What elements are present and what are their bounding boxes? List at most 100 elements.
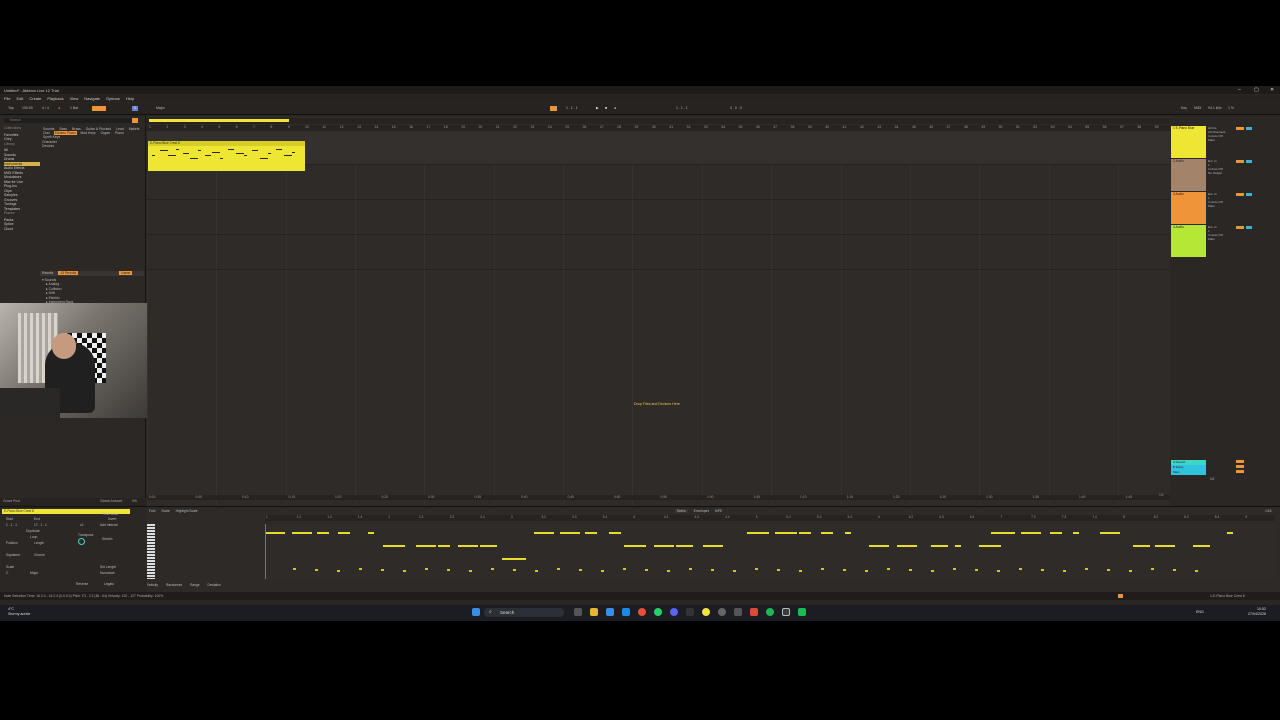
tag-chip[interactable]: Organ <box>100 131 111 135</box>
start-field[interactable]: 1 . 1 . 1 <box>6 523 17 527</box>
midi-note[interactable] <box>1100 532 1120 535</box>
menu-edit[interactable]: Edit <box>16 96 23 101</box>
devices-filter[interactable]: Devices <box>42 144 142 148</box>
midi-note[interactable] <box>560 532 580 535</box>
midi-note[interactable] <box>1193 545 1210 548</box>
time-ruler[interactable]: 0:00 0:05 0:10 0:15 0:20 0:25 0:30 0:35 0:40 0:45… <box>147 493 1170 500</box>
tag-chip[interactable]: Mod Keys <box>80 131 97 135</box>
record-icon[interactable]: ● <box>614 106 616 111</box>
tempo-field[interactable]: 100.00 <box>22 106 33 111</box>
file-explorer-icon[interactable] <box>590 608 598 616</box>
fit-scale-button[interactable]: Fit to Scale <box>102 512 119 516</box>
short-note[interactable] <box>623 568 626 570</box>
follow-button[interactable] <box>92 106 106 111</box>
midi-note[interactable] <box>624 545 646 548</box>
short-note[interactable] <box>887 568 890 570</box>
midi-note[interactable] <box>991 532 1015 535</box>
settings-icon[interactable] <box>718 608 726 616</box>
short-note[interactable] <box>733 570 736 572</box>
clip-view-toggle-icon[interactable] <box>1118 594 1123 598</box>
return-send-button[interactable] <box>1236 470 1244 473</box>
midi-note[interactable] <box>1227 532 1233 535</box>
midi-note[interactable] <box>1155 545 1175 548</box>
menu-playback[interactable]: Playback <box>47 96 63 101</box>
track-arm-button[interactable] <box>1236 193 1244 196</box>
arrangement-record-icon[interactable] <box>550 106 557 111</box>
humanize-button[interactable]: Humanize <box>100 571 115 575</box>
minimize-button[interactable]: – <box>1238 87 1241 93</box>
app-icon-1[interactable] <box>686 608 694 616</box>
return-track-header[interactable]: B Delay <box>1171 465 1206 470</box>
menu-navigate[interactable]: Navigate <box>84 96 100 101</box>
midi-note[interactable] <box>383 545 405 548</box>
track-name[interactable]: 1 E-Piano Blue <box>1171 126 1194 130</box>
menu-help[interactable]: Help <box>126 96 134 101</box>
system-tray[interactable]: 10:52 27/04/2026 <box>1248 607 1266 617</box>
short-note[interactable] <box>1041 569 1044 571</box>
short-note[interactable] <box>689 568 692 570</box>
track-lane-3[interactable] <box>147 201 1170 235</box>
return-track-header[interactable]: A Reverb <box>1171 460 1206 465</box>
track-lane-4[interactable] <box>147 236 1170 270</box>
short-note[interactable] <box>1173 569 1176 571</box>
return-name[interactable]: Main <box>1171 470 1180 474</box>
short-note[interactable] <box>579 569 582 571</box>
short-note[interactable] <box>667 570 670 572</box>
track-name[interactable]: 3 Audio <box>1171 192 1184 196</box>
store-icon[interactable] <box>622 608 630 616</box>
midi-note[interactable] <box>1073 532 1079 535</box>
time-signature[interactable]: 4 / 4 <box>42 106 49 111</box>
edge-icon[interactable] <box>606 608 614 616</box>
midi-note[interactable] <box>821 532 833 535</box>
track-arm-button[interactable] <box>1236 127 1244 130</box>
midi-note[interactable] <box>747 532 769 535</box>
short-note[interactable] <box>711 569 714 571</box>
midi-note[interactable] <box>502 558 526 561</box>
chrome-icon[interactable] <box>638 608 646 616</box>
midi-note[interactable] <box>845 532 851 535</box>
track-header[interactable]: 2 Audio <box>1171 159 1206 191</box>
midi-note[interactable] <box>292 532 312 535</box>
menu-view[interactable]: View <box>70 96 79 101</box>
midi-note[interactable] <box>799 532 811 535</box>
midi-note[interactable] <box>438 545 450 548</box>
short-note[interactable] <box>799 570 802 572</box>
set-length-button[interactable]: Set Length <box>100 565 116 569</box>
track-solo-button[interactable] <box>1246 127 1252 130</box>
add-interval-button[interactable]: Add Interval <box>100 523 118 527</box>
midi-note[interactable] <box>265 532 285 535</box>
midi-note[interactable] <box>654 545 674 548</box>
global-amount-value[interactable]: 0% <box>132 499 137 503</box>
short-note[interactable] <box>953 568 956 570</box>
short-note[interactable] <box>931 570 934 572</box>
short-note[interactable] <box>513 569 516 571</box>
ableton-icon[interactable] <box>782 608 790 616</box>
metronome-icon[interactable]: ● <box>58 106 60 111</box>
loop-start[interactable]: 1 . 1 . 1 <box>676 106 688 111</box>
track-name[interactable]: 2 Audio <box>1171 159 1184 163</box>
short-note[interactable] <box>777 569 780 571</box>
app-icon-5[interactable] <box>798 608 806 616</box>
double-button[interactable]: x2 <box>80 523 83 527</box>
midi-note[interactable] <box>676 545 693 548</box>
start-icon[interactable] <box>472 608 480 616</box>
loop-toggle[interactable]: Loop <box>30 535 37 539</box>
piano-keyboard[interactable] <box>147 524 155 579</box>
short-note[interactable] <box>293 568 296 570</box>
short-note[interactable] <box>997 570 1000 572</box>
piano-roll[interactable] <box>265 524 1275 579</box>
clip-ruler[interactable]: 1 1.2 1.3 1.4 2 2.2 2.3 2.4 3 3.2 3.3 3.4 4 4.2 4.3 4.4… <box>265 515 1275 521</box>
taskbar-search[interactable]: ⌕ Search <box>484 608 564 617</box>
short-note[interactable] <box>645 569 648 571</box>
midi-note[interactable] <box>534 532 554 535</box>
midi-note[interactable] <box>585 532 597 535</box>
track-output[interactable]: No Output <box>1208 171 1278 175</box>
midi-note[interactable] <box>897 545 917 548</box>
midi-note[interactable] <box>1021 532 1041 535</box>
return-name[interactable]: A Reverb <box>1171 460 1185 464</box>
browser-search-input[interactable]: Search <box>4 118 134 123</box>
track-name[interactable]: 4 Audio <box>1171 225 1184 229</box>
short-note[interactable] <box>909 569 912 571</box>
midi-note[interactable] <box>338 532 350 535</box>
tag-chip[interactable]: Mallets <box>128 127 141 131</box>
